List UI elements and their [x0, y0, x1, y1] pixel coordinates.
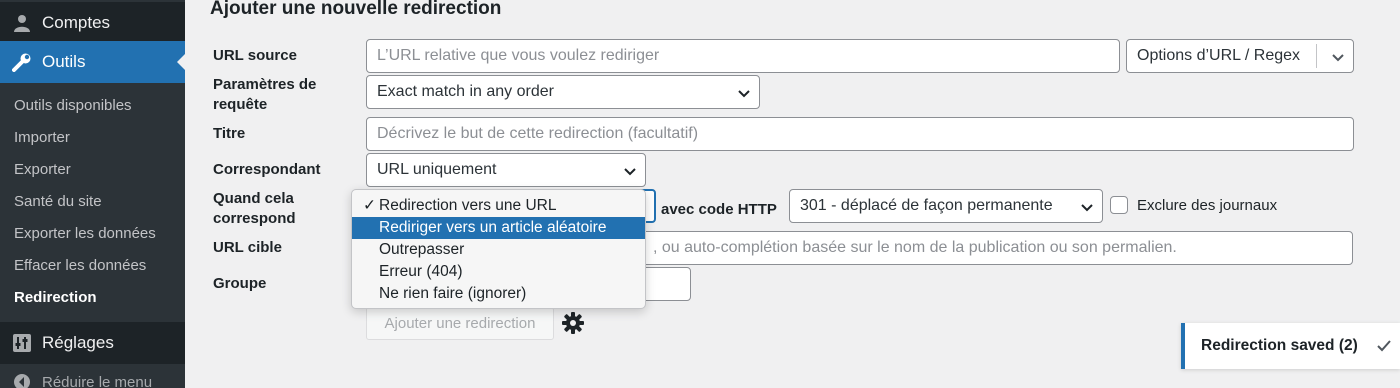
http-code-label: avec code HTTP — [661, 201, 777, 218]
submenu-outils-disponibles[interactable]: Outils disponibles — [14, 97, 132, 114]
dropdown-option-pass[interactable]: Outrepasser — [352, 239, 645, 261]
gear-icon[interactable] — [562, 312, 584, 334]
query-params-value: Exact match in any order — [377, 83, 554, 100]
menu-comptes[interactable]: Comptes — [0, 2, 185, 44]
dropdown-option-url-label: Redirection vers une URL — [379, 197, 557, 214]
dropdown-option-random-post-label: Rediriger vers un article aléatoire — [379, 219, 607, 236]
user-icon — [12, 13, 32, 33]
http-code-value: 301 - déplacé de façon permanente — [800, 197, 1053, 214]
chevron-down-icon — [738, 90, 750, 98]
collapse-menu[interactable]: Réduire le menu — [0, 364, 185, 388]
page-title: Ajouter une nouvelle redirection — [210, 0, 502, 19]
add-redirect-button[interactable]: Ajouter une redirection — [366, 307, 554, 340]
when-match-label: Quand cela correspond — [213, 189, 296, 229]
wrench-icon — [12, 52, 32, 72]
title-input[interactable]: Décrivez le but de cette redirection (fa… — [366, 117, 1354, 151]
menu-comptes-label: Comptes — [42, 13, 111, 32]
exclude-logs-checkbox[interactable] — [1110, 196, 1128, 214]
target-url-label: URL cible — [213, 239, 282, 256]
title-label: Titre — [213, 125, 246, 142]
menu-outils[interactable]: Outils — [0, 41, 185, 83]
exclude-logs-label: Exclure des journaux — [1137, 197, 1278, 214]
http-code-select[interactable]: 301 - déplacé de façon permanente — [789, 189, 1103, 223]
check-icon[interactable] — [1376, 338, 1392, 354]
group-label: Groupe — [213, 275, 267, 292]
collapse-arrow-icon — [12, 372, 32, 388]
chevron-down-icon — [1332, 54, 1344, 62]
outils-submenu: Outils disponibles Importer Exporter San… — [0, 83, 185, 323]
saved-notice-text: Redirection saved (2) — [1201, 337, 1358, 354]
dropdown-option-ignore[interactable]: Ne rien faire (ignorer) — [352, 283, 645, 305]
dropdown-option-url[interactable]: ✓ Redirection vers une URL — [352, 195, 645, 217]
dropdown-option-random-post[interactable]: Rediriger vers un article aléatoire — [352, 217, 645, 239]
split-separator — [1316, 44, 1317, 68]
menu-outils-label: Outils — [42, 52, 86, 71]
collapse-menu-label: Réduire le menu — [42, 373, 153, 388]
submenu-importer[interactable]: Importer — [14, 129, 70, 146]
checkmark-icon: ✓ — [363, 197, 376, 214]
url-options-value: Options d’URL / Regex — [1137, 47, 1301, 64]
admin-sidebar: Comptes Outils Outils disponibles Import… — [0, 0, 185, 388]
dropdown-option-pass-label: Outrepasser — [379, 241, 465, 258]
saved-notice: Redirection saved (2) — [1181, 323, 1400, 369]
chevron-down-icon — [624, 168, 636, 176]
query-params-label-line2: requête — [213, 96, 268, 113]
action-type-dropdown: ✓ Redirection vers une URL Rediriger ver… — [351, 189, 646, 309]
query-params-select[interactable]: Exact match in any order — [366, 75, 760, 109]
url-source-label: URL source — [213, 47, 297, 64]
menu-reglages[interactable]: Réglages — [0, 322, 185, 364]
dropdown-option-error-404-label: Erreur (404) — [379, 263, 463, 280]
submenu-exporter-donnees[interactable]: Exporter les données — [14, 225, 156, 242]
when-match-label-line2: correspond — [213, 210, 296, 227]
match-label: Correspondant — [213, 161, 321, 178]
match-select[interactable]: URL uniquement — [366, 153, 646, 187]
sliders-icon — [12, 333, 32, 353]
url-source-input[interactable]: L’URL relative que vous voulez rediriger — [366, 39, 1120, 73]
submenu-sante-du-site[interactable]: Santé du site — [14, 193, 102, 210]
menu-reglages-label: Réglages — [42, 333, 114, 352]
query-params-label: Paramètres de requête — [213, 75, 316, 115]
submenu-effacer-donnees[interactable]: Effacer les données — [14, 257, 146, 274]
dropdown-option-error-404[interactable]: Erreur (404) — [352, 261, 645, 283]
chevron-down-icon — [1081, 204, 1093, 212]
match-value: URL uniquement — [377, 161, 497, 178]
submenu-redirection[interactable]: Redirection — [14, 289, 97, 306]
dropdown-option-ignore-label: Ne rien faire (ignorer) — [379, 285, 527, 302]
url-options-select[interactable]: Options d’URL / Regex — [1126, 39, 1354, 73]
submenu-exporter[interactable]: Exporter — [14, 161, 71, 178]
when-match-label-line1: Quand cela — [213, 190, 294, 207]
query-params-label-line1: Paramètres de — [213, 76, 317, 93]
